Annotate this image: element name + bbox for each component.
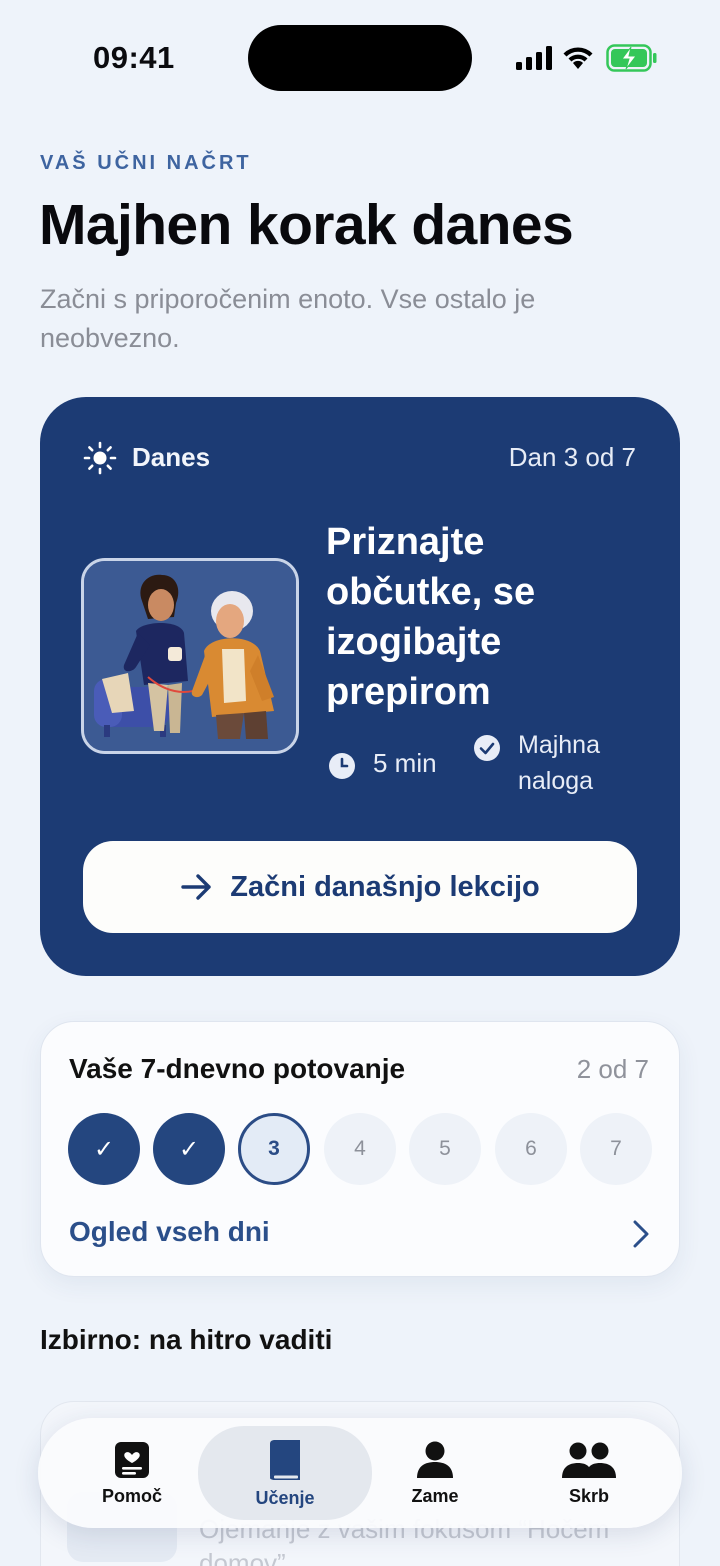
journey-card: Vaše 7-dnevno potovanje 2 od 7 ✓ ✓ 3 4 5… bbox=[40, 1021, 680, 1277]
lesson-duration: 5 min bbox=[373, 748, 437, 778]
status-bar: 09:41 bbox=[0, 0, 720, 116]
day-4-button[interactable]: 4 bbox=[324, 1113, 396, 1185]
caregiver-illustration bbox=[81, 558, 299, 754]
view-all-days-link[interactable]: Ogled vseh dni bbox=[69, 1216, 270, 1248]
tab-ucenje[interactable]: Učenje bbox=[198, 1426, 372, 1520]
start-lesson-label: Začni današnjo lekcijo bbox=[230, 870, 540, 903]
book-icon bbox=[270, 1439, 300, 1480]
tab-label: Učenje bbox=[255, 1487, 315, 1508]
status-time: 09:41 bbox=[93, 40, 175, 75]
page-title: Majhen korak danes bbox=[39, 193, 574, 257]
section-eyebrow: VAŠ UČNI NAČRT bbox=[40, 152, 252, 174]
tab-pomoc[interactable]: Pomoč bbox=[78, 1418, 186, 1528]
today-label: Danes bbox=[132, 442, 211, 472]
wifi-icon bbox=[563, 47, 593, 69]
day-progress-label: Dan 3 od 7 bbox=[508, 442, 636, 472]
journey-title: Vaše 7-dnevno potovanje bbox=[69, 1053, 406, 1084]
start-lesson-button[interactable]: Začni današnjo lekcijo bbox=[83, 841, 637, 933]
check-circle-icon bbox=[474, 735, 500, 761]
journey-progress-count: 2 od 7 bbox=[576, 1054, 649, 1084]
day-5-button[interactable]: 5 bbox=[409, 1113, 481, 1185]
day-7-button[interactable]: 7 bbox=[580, 1113, 652, 1185]
optional-practice-heading: Izbirno: na hitro vaditi bbox=[40, 1324, 333, 1355]
tab-skrb[interactable]: Skrb bbox=[538, 1418, 640, 1528]
people-icon bbox=[562, 1442, 616, 1478]
chevron-right-icon[interactable] bbox=[631, 1219, 651, 1249]
clock-icon bbox=[329, 753, 355, 779]
tab-label: Zame bbox=[411, 1485, 459, 1506]
day-3-button[interactable]: 3 bbox=[238, 1113, 310, 1185]
dynamic-island bbox=[248, 25, 472, 91]
task-type-label: Majhna naloga bbox=[518, 731, 600, 795]
bottom-tab-bar: Pomoč Učenje Zame Skrb bbox=[38, 1418, 682, 1528]
tab-label: Pomoč bbox=[101, 1485, 162, 1506]
day-6-button[interactable]: 6 bbox=[495, 1113, 567, 1185]
tab-zame[interactable]: Zame bbox=[384, 1418, 486, 1528]
sun-icon bbox=[83, 441, 117, 475]
today-lesson-card[interactable]: Danes Dan 3 od 7 Priznajte občutke, se i… bbox=[40, 397, 680, 976]
journey-day-row: ✓ ✓ 3 4 5 6 7 bbox=[68, 1113, 654, 1187]
lesson-title: Priznajte občutke, se izogibajte prepiro… bbox=[326, 521, 536, 713]
arrow-right-icon bbox=[181, 874, 211, 900]
battery-charging-icon bbox=[606, 44, 657, 72]
day-2-button[interactable]: ✓ bbox=[153, 1113, 225, 1185]
person-icon bbox=[417, 1441, 453, 1478]
help-card-icon bbox=[115, 1441, 149, 1478]
page-subtitle: Začni s priporočenim enoto. Vse ostalo j… bbox=[40, 284, 536, 353]
day-1-button[interactable]: ✓ bbox=[68, 1113, 140, 1185]
tab-label: Skrb bbox=[568, 1485, 610, 1506]
signal-icon bbox=[516, 46, 552, 70]
